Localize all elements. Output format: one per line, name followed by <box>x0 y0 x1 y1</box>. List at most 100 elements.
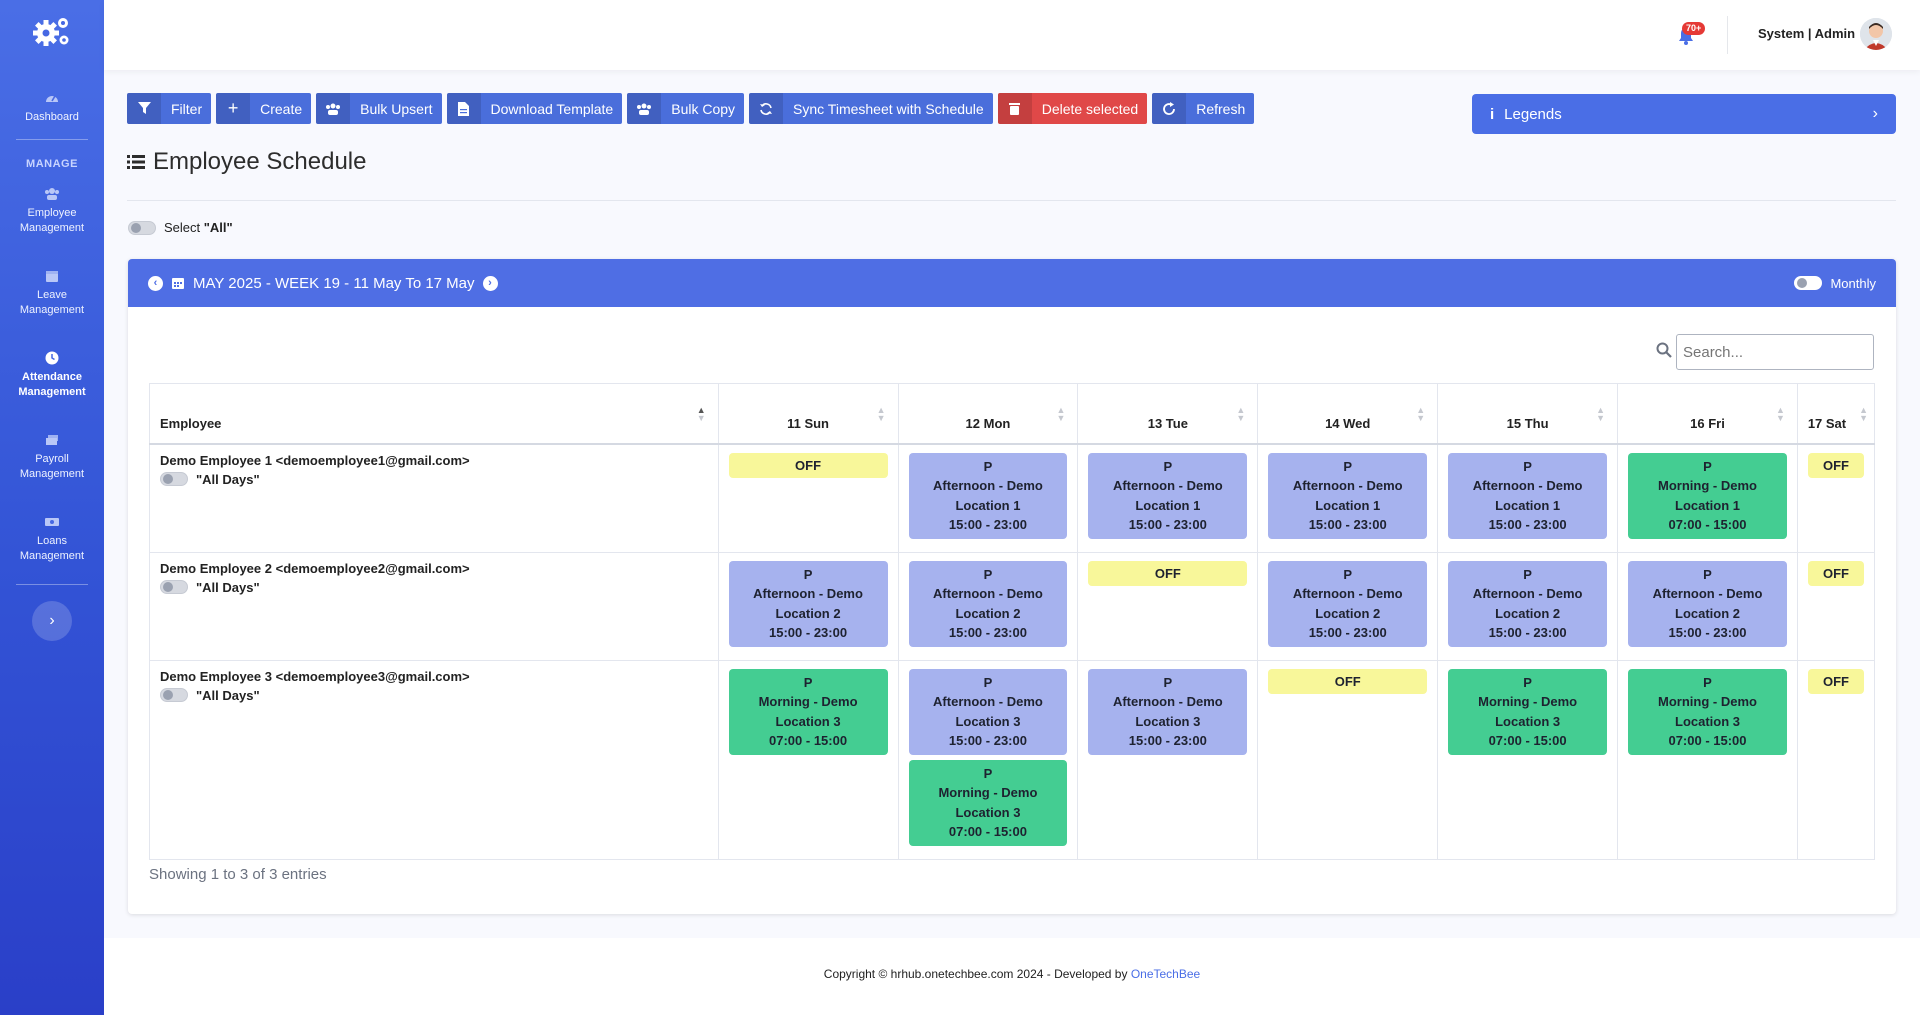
shift-off[interactable]: OFF <box>1807 452 1864 478</box>
schedule-day-cell[interactable]: OFF <box>1796 660 1876 860</box>
schedule-day-cell[interactable]: OFF <box>1257 660 1438 860</box>
shift-afternoon[interactable]: P Afternoon - Demo Location 2 15:00 - 23:0… <box>908 560 1068 647</box>
bulk-copy-button[interactable]: Bulk Copy <box>627 93 745 124</box>
legends-toggle[interactable]: i Legends › <box>1472 94 1896 134</box>
schedule-day-cell[interactable]: P Afternoon - Demo Location 2 15:00 - 23:0… <box>1437 552 1618 661</box>
app-logo[interactable] <box>0 0 104 62</box>
shift-morning[interactable]: P Morning - Demo Location 1 07:00 - 15:00 <box>1628 452 1787 539</box>
shift-time: 07:00 - 15:00 <box>769 733 848 748</box>
sync-timesheet-button-label: Sync Timesheet with Schedule <box>793 100 984 117</box>
shift-code: P <box>1343 566 1353 582</box>
employee-name: Demo Employee 2 <demoemployee2@gmail.com… <box>160 560 470 576</box>
select-all-toggle[interactable] <box>128 220 156 235</box>
schedule-day-cell[interactable]: OFF <box>1796 552 1876 661</box>
schedule-day-cell[interactable]: P Afternoon - Demo Location 2 15:00 - 23:0… <box>1257 552 1438 661</box>
schedule-day-cell[interactable]: P Morning - Demo Location 3 07:00 - 15:00 <box>717 660 898 860</box>
schedule-day-cell[interactable]: OFF <box>717 443 898 553</box>
refresh-button[interactable]: Refresh <box>1152 93 1255 124</box>
all-days-toggle[interactable] <box>160 580 188 594</box>
shift-morning[interactable]: P Morning - Demo Location 3 07:00 - 15:00 <box>1448 668 1608 755</box>
schedule-day-cell[interactable]: P Afternoon - Demo Location 2 15:00 - 23:0… <box>1617 552 1798 661</box>
schedule-day-cell[interactable]: P Morning - Demo Location 1 07:00 - 15:00 <box>1617 443 1798 553</box>
column-header-day[interactable]: 16 Fri ▲ ▼ <box>1617 383 1798 445</box>
schedule-day-cell[interactable]: P Afternoon - Demo Location 1 15:00 - 23:0… <box>1077 443 1258 553</box>
sidebar-item-payroll-management[interactable]: Payroll Management <box>0 426 104 488</box>
sidebar-item-label: Leave Management <box>19 289 85 316</box>
sidebar-item-attendance-management[interactable]: Attendance Management <box>0 344 104 406</box>
column-header-day[interactable]: 12 Mon ▲ ▼ <box>897 383 1078 445</box>
sidebar-item-leave-management[interactable]: Leave Management <box>0 262 104 324</box>
column-header-day[interactable]: 14 Wed ▲ ▼ <box>1257 383 1438 445</box>
sidebar: Dashboard MANAGE Employee Management Lea… <box>0 0 104 1015</box>
next-week-icon[interactable]: › <box>482 275 498 291</box>
chevron-right-icon: › <box>49 612 55 629</box>
shift-morning[interactable]: P Morning - Demo Location 3 07:00 - 15:00 <box>1628 668 1787 755</box>
bulk-upsert-button[interactable]: Bulk Upsert <box>316 93 442 124</box>
all-days-label: "All Days" <box>196 471 260 487</box>
shift-off[interactable]: OFF <box>1807 560 1864 586</box>
schedule-day-cell[interactable]: P Afternoon - Demo Location 3 15:00 - 23:0… <box>897 660 1078 860</box>
shift-off[interactable]: OFF <box>1807 668 1864 694</box>
sidebar-item-dashboard[interactable]: Dashboard <box>0 84 104 139</box>
previous-week-icon[interactable]: ‹ <box>148 275 163 291</box>
shift-afternoon[interactable]: P Afternoon - Demo Location 1 15:00 - 23:0… <box>1268 452 1428 539</box>
shift-off[interactable]: OFF <box>1088 560 1248 586</box>
developer-link[interactable]: OneTechBee <box>1131 967 1200 981</box>
shift-afternoon[interactable]: P Afternoon - Demo Location 1 15:00 - 23:0… <box>1448 452 1608 539</box>
shift-afternoon[interactable]: P Afternoon - Demo Location 3 15:00 - 23:0… <box>1088 668 1248 755</box>
shift-afternoon[interactable]: P Afternoon - Demo Location 2 15:00 - 23:0… <box>1628 560 1787 647</box>
schedule-day-cell[interactable]: P Afternoon - Demo Location 1 15:00 - 23:0… <box>897 443 1078 553</box>
schedule-day-cell[interactable]: P Afternoon - Demo Location 1 15:00 - 23:0… <box>1437 443 1618 553</box>
shift-morning[interactable]: P Morning - Demo Location 3 07:00 - 15:00 <box>728 668 888 755</box>
schedule-day-cell[interactable]: OFF <box>1077 552 1258 661</box>
page-title-text: Employee Schedule <box>153 148 367 175</box>
column-header-employee[interactable]: Employee ▲ ▼ <box>149 383 719 445</box>
user-name[interactable]: System | Admin <box>1758 26 1855 41</box>
shift-off[interactable]: OFF <box>1268 668 1428 694</box>
shift-afternoon[interactable]: P Afternoon - Demo Location 2 15:00 - 23:0… <box>1268 560 1428 647</box>
all-days-toggle[interactable] <box>160 688 188 702</box>
shift-morning[interactable]: P Morning - Demo Location 3 07:00 - 15:00 <box>908 759 1068 846</box>
schedule-day-cell[interactable]: P Afternoon - Demo Location 1 15:00 - 23:0… <box>1257 443 1438 553</box>
delete-selected-button[interactable]: Delete selected <box>997 93 1148 124</box>
shift-code: P <box>803 566 813 582</box>
shift-afternoon[interactable]: P Afternoon - Demo Location 1 15:00 - 23:0… <box>1088 452 1248 539</box>
schedule-day-cell[interactable]: P Morning - Demo Location 3 07:00 - 15:00 <box>1617 660 1798 860</box>
shift-code: P <box>983 458 993 474</box>
dashboard-icon <box>46 95 58 102</box>
shift-afternoon[interactable]: P Afternoon - Demo Location 3 15:00 - 23:0… <box>908 668 1068 755</box>
shift-afternoon[interactable]: P Afternoon - Demo Location 2 15:00 - 23:0… <box>1448 560 1608 647</box>
schedule-day-cell[interactable]: P Afternoon - Demo Location 3 15:00 - 23:0… <box>1077 660 1258 860</box>
column-header-day[interactable]: 15 Thu ▲ ▼ <box>1437 383 1618 445</box>
shift-time: 15:00 - 23:00 <box>948 517 1027 532</box>
table-header-row: Employee ▲ ▼ 11 Sun ▲ ▼ 12 Mon ▲ ▼ 13 Tue ▲ ▼ 14… <box>149 383 1876 445</box>
search-input[interactable] <box>1676 334 1874 370</box>
schedule-day-cell[interactable]: P Afternoon - Demo Location 2 15:00 - 23:0… <box>897 552 1078 661</box>
avatar[interactable] <box>1860 18 1892 50</box>
sync-timesheet-button[interactable]: Sync Timesheet with Schedule <box>749 93 993 124</box>
sort-icon: ▲ ▼ <box>1236 405 1246 423</box>
create-button[interactable]: + Create <box>216 93 312 124</box>
column-header-day[interactable]: 11 Sun ▲ ▼ <box>717 383 898 445</box>
shift-time: 07:00 - 15:00 <box>1488 733 1567 748</box>
shift-afternoon[interactable]: P Afternoon - Demo Location 1 15:00 - 23:0… <box>908 452 1068 539</box>
all-days-label: "All Days" <box>196 687 260 703</box>
sidebar-item-loans-management[interactable]: Loans Management <box>0 508 104 570</box>
schedule-day-cell[interactable]: P Afternoon - Demo Location 2 15:00 - 23:0… <box>717 552 898 661</box>
bulk-copy-button-label: Bulk Copy <box>671 100 736 117</box>
all-days-toggle[interactable] <box>160 472 188 486</box>
shift-afternoon[interactable]: P Afternoon - Demo Location 2 15:00 - 23:0… <box>728 560 888 647</box>
page-title: Employee Schedule <box>127 148 366 176</box>
shift-off[interactable]: OFF <box>728 452 888 478</box>
sidebar-expand-button[interactable]: › <box>32 601 72 641</box>
monthly-toggle[interactable] <box>1794 276 1823 290</box>
sort-icon: ▲ ▼ <box>1596 405 1606 423</box>
column-header-day[interactable]: 13 Tue ▲ ▼ <box>1077 383 1258 445</box>
sidebar-item-employee-management[interactable]: Employee Management <box>0 180 104 242</box>
filter-button[interactable]: Filter <box>127 93 212 124</box>
chevron-right-icon: › <box>1872 105 1878 122</box>
schedule-day-cell[interactable]: P Morning - Demo Location 3 07:00 - 15:00 <box>1437 660 1618 860</box>
schedule-day-cell[interactable]: OFF <box>1796 443 1876 553</box>
column-header-day[interactable]: 17 Sat ▲ ▼ <box>1796 383 1876 445</box>
download-template-button[interactable]: Download Template <box>446 93 623 124</box>
